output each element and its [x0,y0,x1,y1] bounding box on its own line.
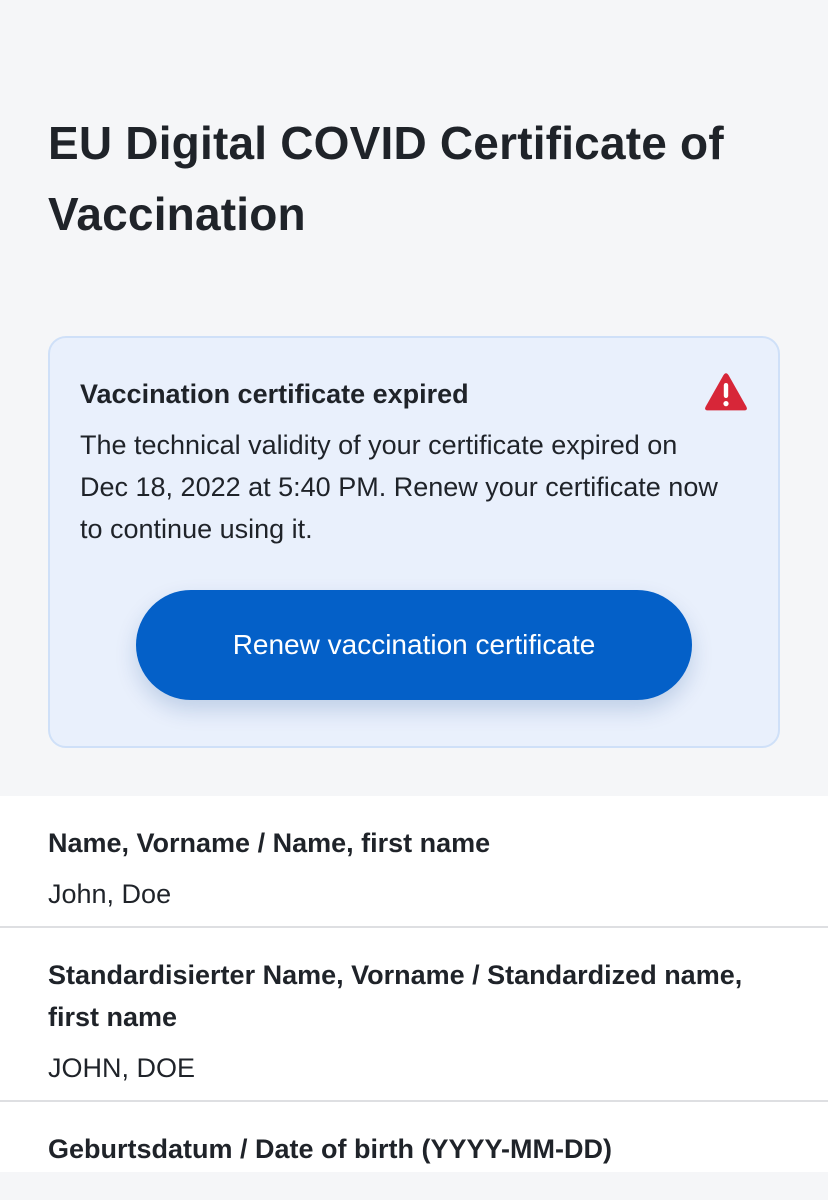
alert-message: The technical validity of your certifica… [80,430,718,544]
divider [0,1100,828,1102]
renew-certificate-button[interactable]: Renew vaccination certificate [136,590,692,700]
field-value: JOHN, DOE [48,1053,196,1083]
divider [0,926,828,928]
expired-alert-card: Vaccination certificate expired The tech… [48,336,780,748]
alert-title: Vaccination certificate expired [80,379,469,409]
page-title: EU Digital COVID Certificate of Vaccinat… [48,117,724,240]
field-label: Geburtsdatum / Date of birth (YYYY-MM-DD… [48,1134,613,1164]
warning-triangle-icon [704,372,748,412]
field-label: Name, Vorname / Name, first name [48,828,491,858]
field-label: Standardisierter Name, Vorname / Standar… [48,960,743,1032]
certificate-screen: EU Digital COVID Certificate of Vaccinat… [0,0,828,1200]
field-value: John, Doe [48,879,172,909]
certificate-details: Name, Vorname / Name, first name John, D… [0,796,828,1172]
